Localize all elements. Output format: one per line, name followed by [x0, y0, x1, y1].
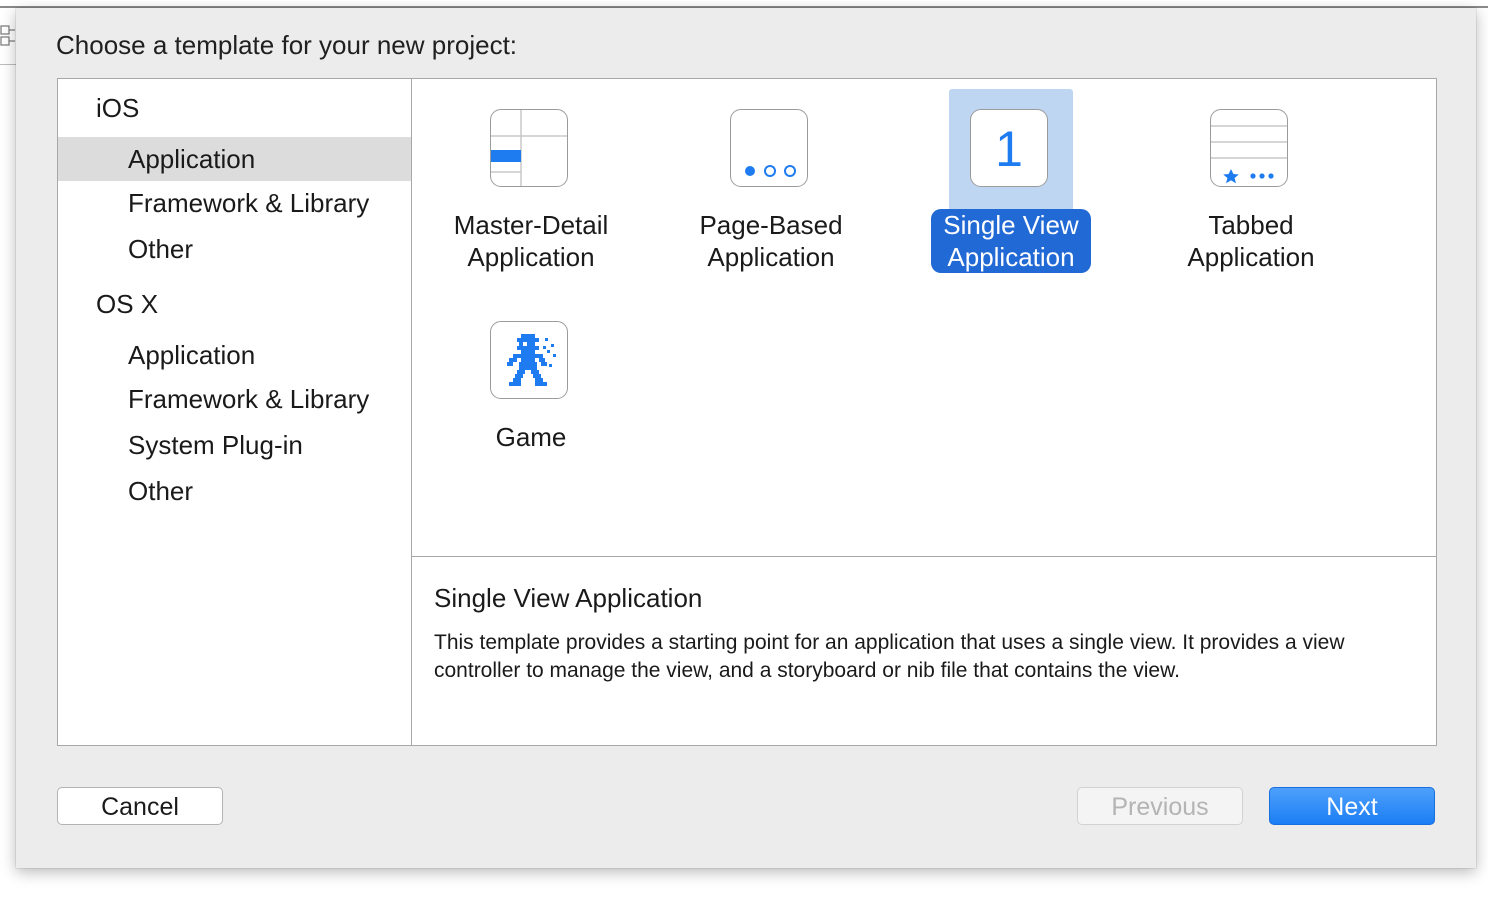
template-label-line2: Application — [467, 242, 595, 272]
description-title: Single View Application — [434, 583, 703, 613]
sidebar-item-osx-framework-library[interactable]: Framework & Library — [58, 377, 411, 421]
template-label: Master-Detail Application — [411, 209, 651, 273]
template-label-text: Single View Application — [931, 209, 1091, 273]
next-button[interactable]: Next — [1269, 787, 1435, 825]
template-label-line2: Application — [1187, 242, 1315, 272]
sidebar-item-osx-system-plugin[interactable]: System Plug-in — [58, 423, 411, 467]
template-label-line1: Single View — [943, 209, 1079, 241]
template-label-text: Page-Based Application — [687, 209, 854, 273]
dialog-prompt: Choose a template for your new project: — [56, 30, 518, 60]
template-label-text: Master-Detail Application — [442, 209, 621, 273]
template-label-line1: Page-Based — [699, 210, 843, 240]
sidebar-item-osx-other[interactable]: Other — [58, 469, 411, 513]
template-label-line1: Master-Detail — [453, 210, 609, 240]
template-panel: iOS Application Framework & Library Othe… — [57, 78, 1437, 746]
template-icon-frame — [1189, 89, 1313, 211]
tabbed-icon — [1210, 109, 1288, 187]
sidebar-item-ios-application[interactable]: Application — [58, 137, 411, 181]
game-icon — [490, 321, 568, 399]
template-label: Game — [411, 421, 651, 453]
sidebar-section-ios: iOS — [96, 93, 140, 123]
template-label-line1: Game — [495, 422, 567, 452]
template-description: Single View Application This template pr… — [412, 557, 1436, 745]
template-icon-frame — [469, 301, 593, 423]
template-label-line2: Application — [947, 241, 1075, 273]
template-label: Tabbed Application — [1131, 209, 1371, 273]
template-label-line2: Application — [707, 242, 835, 272]
template-icon-frame — [469, 89, 593, 211]
template-label-text: Tabbed Application — [1175, 209, 1326, 273]
sidebar-item-ios-other[interactable]: Other — [58, 227, 411, 271]
new-project-sheet: Choose a template for your new project: … — [16, 8, 1476, 868]
template-label: Page-Based Application — [651, 209, 891, 273]
window-behind-icon — [0, 25, 15, 46]
cancel-button[interactable]: Cancel — [57, 787, 223, 825]
template-label-line1: Tabbed — [1208, 210, 1294, 240]
template-icon-frame: 1 — [949, 89, 1073, 211]
template-icon-frame — [709, 89, 833, 211]
template-label-text: Game — [484, 421, 579, 453]
description-body: This template provides a starting point … — [434, 631, 1345, 682]
sidebar-item-ios-framework-library[interactable]: Framework & Library — [58, 181, 411, 225]
template-grid: Master-Detail Application Page-Based Appl — [412, 79, 1436, 557]
sidebar-item-osx-application[interactable]: Application — [58, 333, 411, 377]
window-behind-edge — [0, 64, 16, 65]
page-based-icon — [730, 109, 808, 187]
template-label: Single View Application — [891, 209, 1131, 273]
previous-button[interactable]: Previous — [1077, 787, 1243, 825]
single-view-icon: 1 — [970, 109, 1048, 187]
sidebar-section-osx: OS X — [96, 289, 159, 319]
master-detail-icon — [490, 109, 568, 187]
single-view-number: 1 — [995, 121, 1023, 177]
platform-sidebar: iOS Application Framework & Library Othe… — [58, 79, 412, 745]
